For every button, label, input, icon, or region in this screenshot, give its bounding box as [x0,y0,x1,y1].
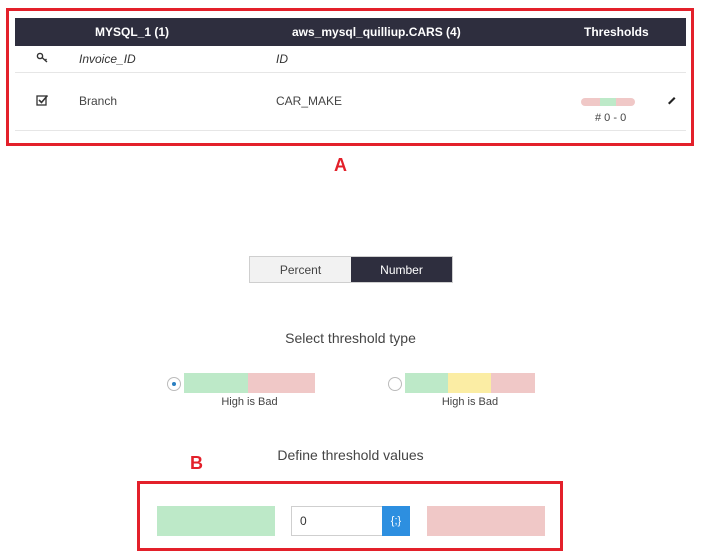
two-level-caption: High is Bad [221,396,278,408]
mode-toggle: Percent Number [249,256,453,283]
annotation-box-a [6,8,694,146]
annotation-box-b [137,481,563,551]
number-option[interactable]: Number [351,257,452,282]
annotation-label-a: A [334,155,347,175]
annotation-label-b: B [190,453,203,473]
three-level-threshold-bar[interactable] [405,373,535,393]
three-level-caption: High is Bad [441,396,499,408]
percent-option[interactable]: Percent [250,257,351,282]
threshold-values-heading: Define threshold values [277,447,424,463]
two-level-threshold-bar[interactable] [184,373,315,393]
threshold-type-heading: Select threshold type [285,330,416,346]
radio-two-level[interactable] [167,377,181,391]
radio-three-level[interactable] [388,377,402,391]
